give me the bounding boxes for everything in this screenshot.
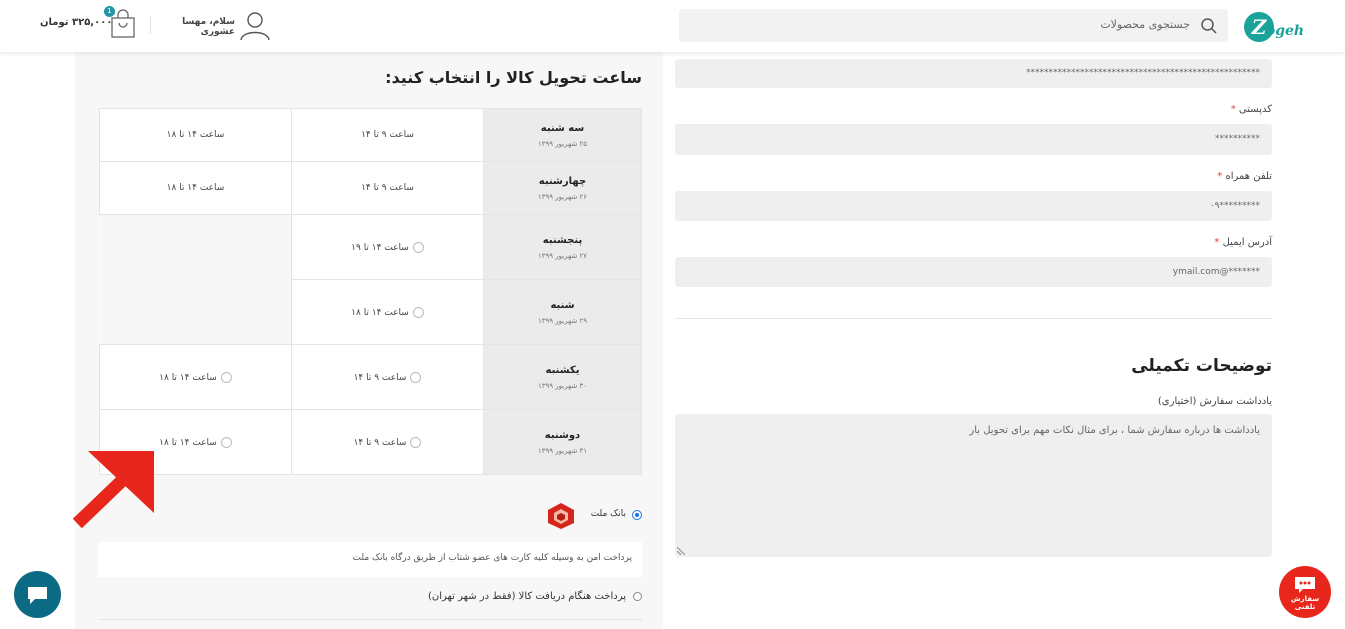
day-cell: پنجشنبه ۲۷ شهریور ۱۳۹۹ — [483, 214, 642, 280]
empty-cell — [99, 214, 292, 280]
postal-code-field[interactable]: ********** — [675, 124, 1272, 155]
order-notes-textarea[interactable]: یادداشت ها درباره سفارش شما ، برای مثال … — [675, 414, 1272, 557]
resize-handle-icon[interactable] — [677, 547, 685, 555]
email-field[interactable]: *******@ymail.com — [675, 257, 1272, 287]
zogeh-logo[interactable]: Z ogeh — [1241, 5, 1303, 49]
day-date: ۲۷ شهریور ۱۳۹۹ — [538, 251, 587, 260]
slot-cell[interactable]: ساعت ۱۴ تا ۱۸ — [99, 344, 292, 410]
mobile-label: تلفن همراه * — [1000, 171, 1272, 182]
phone-order-line1: سفارش — [1290, 595, 1320, 603]
slot-label: ساعت ۹ تا ۱۴ — [361, 183, 414, 193]
mobile-field[interactable]: *********۰۹ — [675, 191, 1272, 221]
search-placeholder: جستجوی محصولات — [1100, 18, 1190, 31]
slot-label: ساعت ۱۴ تا ۱۸ — [159, 372, 217, 383]
day-name: پنجشنبه — [542, 234, 583, 246]
day-name: سه شنبه — [540, 122, 585, 134]
slot-radio[interactable] — [220, 436, 232, 448]
day-name: دوشنبه — [544, 429, 581, 441]
slot-label: ساعت ۹ تا ۱۴ — [361, 130, 414, 140]
slot-label: ساعت ۱۴ تا ۱۸ — [351, 307, 409, 318]
day-cell: دوشنبه ۳۱ شهریور ۱۳۹۹ — [483, 409, 642, 475]
address-field[interactable]: ****************************************… — [675, 59, 1272, 88]
gateway-description: پرداخت امن به وسیله کلیه کارت های عضو شت… — [98, 542, 642, 577]
table-row: ساعت ۱۴ تا ۱۹ پنجشنبه ۲۷ شهریور ۱۳۹۹ — [99, 214, 642, 280]
slot-cell[interactable]: ساعت ۱۴ تا ۱۹ — [291, 214, 484, 280]
gateway-radio[interactable] — [632, 510, 642, 520]
notes-title: توضیحات تکمیلی — [1131, 356, 1272, 376]
day-date: ۲۶ شهریور ۱۳۹۹ — [538, 192, 587, 201]
delivery-slots-table: ساعت ۱۴ تا ۱۸ ساعت ۹ تا ۱۴ سه شنبه ۲۵ شهر… — [99, 108, 642, 475]
slot-label: ساعت ۹ تا ۱۴ — [353, 437, 407, 448]
table-row: ساعت ۱۴ تا ۱۸ ساعت ۹ تا ۱۴ یکشنبه ۳۰ شهری… — [99, 344, 642, 410]
day-cell: چهارشنبه ۲۶ شهریور ۱۳۹۹ — [483, 161, 642, 215]
search-icon[interactable] — [1200, 17, 1218, 35]
day-date: ۲۹ شهریور ۱۳۹۹ — [538, 316, 587, 325]
postal-code-label: کدپستی * — [1000, 104, 1272, 115]
day-cell: یکشنبه ۳۰ شهریور ۱۳۹۹ — [483, 344, 642, 410]
slot-cell[interactable]: ساعت ۹ تا ۱۴ — [291, 409, 484, 475]
user-greeting[interactable]: سلام، مهسا عشوری — [145, 17, 235, 37]
phone-order-button[interactable]: سفارش تلفنی — [1279, 566, 1331, 618]
slot-label: ساعت ۱۴ تا ۱۸ — [159, 437, 217, 448]
slot-label: ساعت ۹ تا ۱۴ — [353, 372, 407, 383]
search-input[interactable]: جستجوی محصولات — [679, 9, 1228, 42]
site-header: Z ogeh جستجوی محصولات سلام، مهسا عشوری 1… — [0, 0, 1345, 52]
day-name: چهارشنبه — [538, 175, 587, 187]
svg-text:ogeh: ogeh — [1266, 23, 1303, 39]
slot-cell[interactable]: ساعت ۱۴ تا ۱۸ — [99, 161, 292, 215]
slot-cell[interactable]: ساعت ۱۴ تا ۱۸ — [291, 279, 484, 345]
cod-label[interactable]: پرداخت هنگام دریافت کالا (فقط در شهر تهر… — [300, 591, 626, 602]
user-icon[interactable] — [238, 9, 272, 41]
cart-total: ۳۲۵,۰۰۰ تومان — [40, 17, 113, 28]
order-notes-label: یادداشت سفارش (اختیاری) — [1157, 396, 1272, 407]
table-row: ساعت ۱۴ تا ۱۸ ساعت ۹ تا ۱۴ سه شنبه ۲۵ شهر… — [99, 108, 642, 162]
slot-label: ساعت ۱۴ تا ۱۸ — [166, 130, 225, 140]
slot-cell[interactable]: ساعت ۹ تا ۱۴ — [291, 108, 484, 162]
empty-cell — [99, 279, 292, 345]
delivery-title: ساعت تحویل کالا را انتخاب کنید: — [385, 68, 642, 87]
header-divider — [150, 16, 151, 34]
day-cell: سه شنبه ۲۵ شهریور ۱۳۹۹ — [483, 108, 642, 162]
mobile-label-text: تلفن همراه — [1225, 171, 1272, 182]
slot-radio[interactable] — [412, 306, 424, 318]
panel-divider — [100, 619, 642, 620]
slot-cell[interactable]: ساعت ۹ تا ۱۴ — [291, 161, 484, 215]
slot-radio[interactable] — [220, 371, 232, 383]
phone-order-label: سفارش تلفنی — [1279, 595, 1331, 611]
day-date: ۳۱ شهریور ۱۳۹۹ — [538, 446, 587, 455]
cart-count-badge: 1 — [104, 6, 115, 17]
required-mark: * — [1214, 237, 1220, 248]
day-name: شنبه — [550, 299, 575, 311]
cod-radio[interactable] — [633, 592, 642, 601]
slot-label: ساعت ۱۴ تا ۱۸ — [166, 183, 225, 193]
mellat-bank-logo — [548, 503, 574, 529]
required-mark: * — [1230, 104, 1236, 115]
phone-order-line2: تلفنی — [1294, 603, 1316, 611]
chat-button[interactable] — [14, 571, 61, 618]
slot-radio[interactable] — [410, 436, 422, 448]
slot-label: ساعت ۱۴ تا ۱۹ — [351, 242, 409, 253]
table-row: ساعت ۱۴ تا ۱۸ ساعت ۹ تا ۱۴ چهارشنبه ۲۶ شه… — [99, 161, 642, 215]
slot-radio[interactable] — [412, 241, 424, 253]
red-arrow-annotation — [72, 451, 154, 529]
postal-code-label-text: کدپستی — [1238, 104, 1272, 115]
table-row: ساعت ۱۴ تا ۱۸ شنبه ۲۹ شهریور ۱۳۹۹ — [99, 279, 642, 345]
slot-radio[interactable] — [410, 371, 422, 383]
slot-cell[interactable]: ساعت ۱۴ تا ۱۸ — [99, 108, 292, 162]
email-label-text: آدرس ایمیل — [1222, 237, 1272, 248]
day-date: ۲۵ شهریور ۱۳۹۹ — [538, 139, 587, 148]
table-row: ساعت ۱۴ تا ۱۸ ساعت ۹ تا ۱۴ دوشنبه ۳۱ شهری… — [99, 409, 642, 475]
day-cell: شنبه ۲۹ شهریور ۱۳۹۹ — [483, 279, 642, 345]
day-date: ۳۰ شهریور ۱۳۹۹ — [538, 381, 587, 390]
chat-bubble-icon — [28, 587, 47, 604]
chat-dots-icon — [1295, 577, 1315, 593]
slot-cell[interactable]: ساعت ۹ تا ۱۴ — [291, 344, 484, 410]
email-label: آدرس ایمیل * — [1000, 237, 1272, 248]
form-divider — [675, 318, 1272, 319]
day-name: یکشنبه — [545, 364, 580, 376]
required-mark: * — [1217, 171, 1223, 182]
